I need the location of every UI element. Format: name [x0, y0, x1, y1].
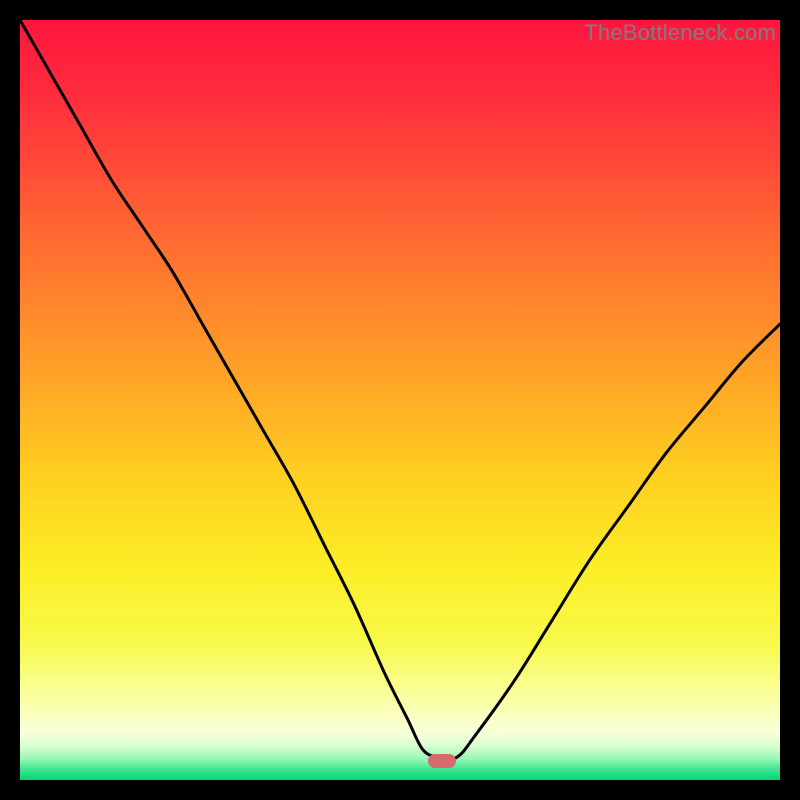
watermark-text: TheBottleneck.com: [584, 20, 776, 46]
bottleneck-chart: [20, 20, 780, 780]
gradient-background: [20, 20, 780, 780]
chart-frame: TheBottleneck.com: [20, 20, 780, 780]
min-point-swatch: [428, 754, 456, 768]
